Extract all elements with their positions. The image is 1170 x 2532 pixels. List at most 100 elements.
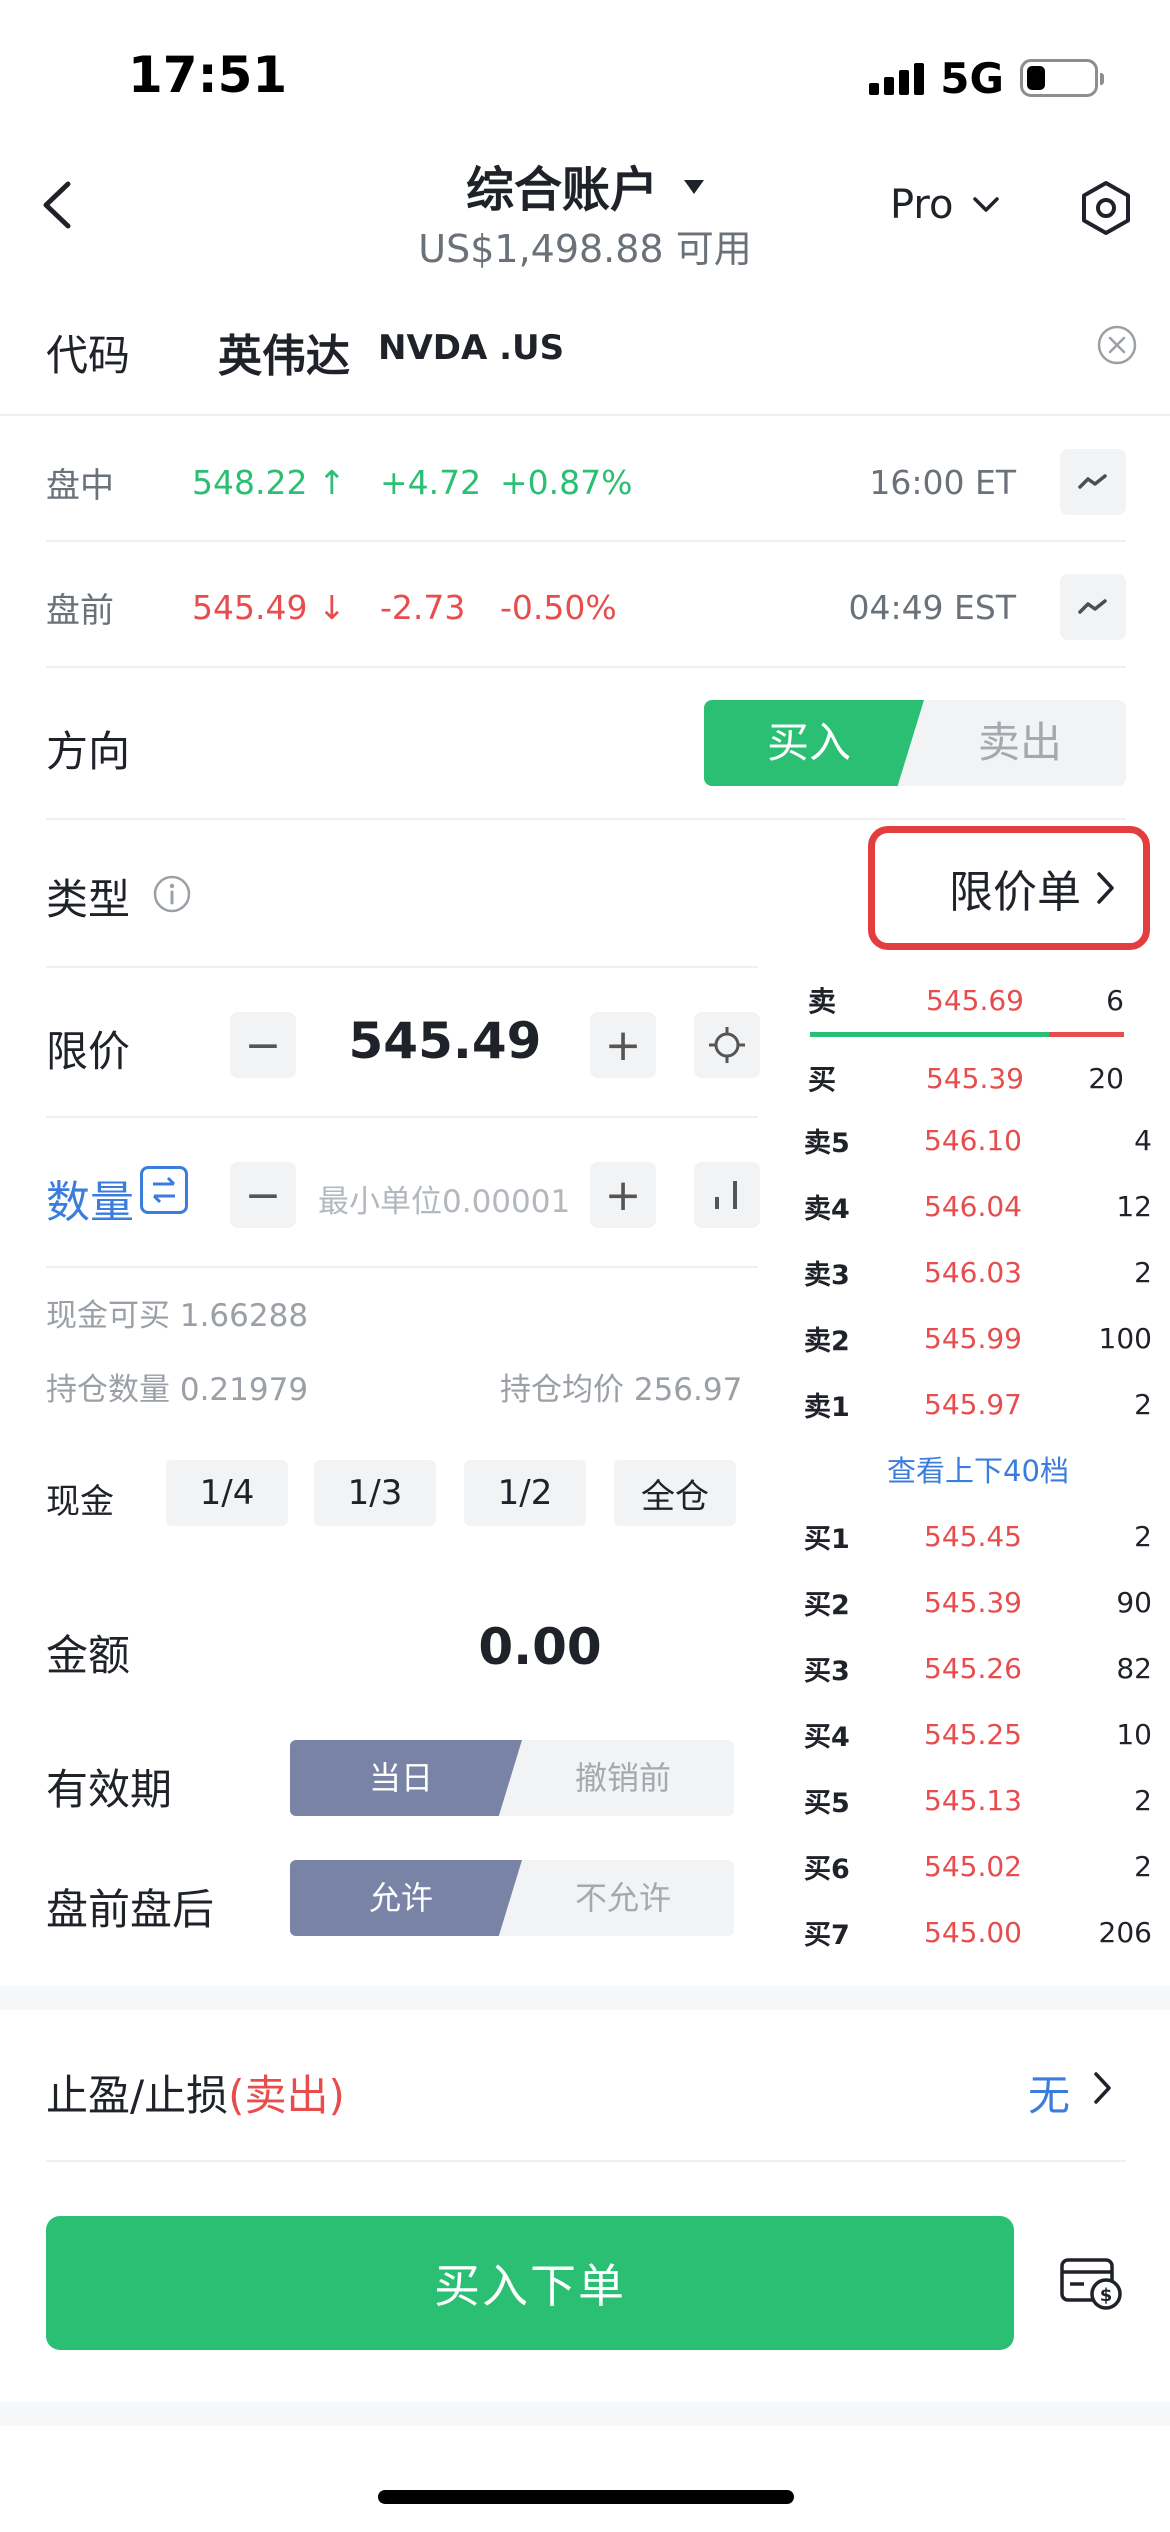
quantity-input[interactable]: 最小单位0.00001 (318, 1176, 570, 1221)
submit-buy-order-button[interactable]: 买入下单 (46, 2216, 1014, 2350)
bid-level-row[interactable]: 买2 545.39 90 (804, 1580, 1152, 1624)
price-locate-button[interactable] (694, 1012, 760, 1078)
bid-level: 买1 (804, 1523, 850, 1555)
bid-level-row[interactable]: 买3 545.26 82 (804, 1646, 1152, 1690)
ask-level-row[interactable]: 卖3 546.03 2 (804, 1250, 1152, 1294)
ask-level-row[interactable]: 卖2 545.99 100 (804, 1316, 1152, 1360)
ask-level-row[interactable]: 卖1 545.97 2 (804, 1382, 1152, 1426)
bid-label: 买 (808, 1063, 837, 1096)
divider (46, 818, 1126, 820)
ask-level: 卖1 (804, 1391, 850, 1423)
cash-buyable: 现金可买 1.66288 (46, 1298, 309, 1334)
ask-price: 546.10 (924, 1123, 1022, 1157)
extended-allow-option[interactable]: 允许 (290, 1860, 512, 1936)
bid-level-row[interactable]: 买4 545.25 10 (804, 1712, 1152, 1756)
home-indicator (378, 2490, 794, 2504)
position-button[interactable] (694, 1162, 760, 1228)
extended-deny-option[interactable]: 不允许 (512, 1860, 734, 1936)
arrow-up-icon: ↑ (318, 462, 346, 502)
stock-ticker[interactable]: NVDA .US (378, 328, 564, 368)
bid-volume: 90 (1116, 1585, 1152, 1619)
take-profit-label: 止盈/止损(卖出) (46, 2062, 345, 2123)
info-icon[interactable] (152, 874, 192, 914)
bid-volume: 10 (1116, 1717, 1152, 1751)
bid-level: 买2 (804, 1589, 850, 1621)
trend-icon (1078, 599, 1107, 614)
order-type-selector[interactable]: 限价单 (868, 826, 1150, 950)
validity-toggle: 当日 撤销前 (290, 1740, 734, 1816)
pro-mode-dropdown[interactable]: Pro (890, 182, 1001, 228)
bid-ratio-fill (810, 1032, 1049, 1037)
divider (46, 2160, 1126, 2162)
validity-day-option[interactable]: 当日 (290, 1740, 512, 1816)
best-ask-row[interactable]: 卖 545.69 6 (808, 978, 1124, 1022)
clear-icon[interactable] (1096, 324, 1138, 366)
best-bid-row[interactable]: 买 545.39 20 (808, 1056, 1124, 1100)
chevron-right-icon (1097, 872, 1114, 904)
divider (46, 666, 1126, 668)
bid-level: 买5 (804, 1787, 850, 1819)
settings-icon[interactable] (1076, 178, 1136, 238)
view-40-levels-link[interactable]: 查看上下40档 (804, 1448, 1152, 1490)
stock-name[interactable]: 英伟达 (218, 320, 350, 384)
bid-volume: 2 (1134, 1519, 1152, 1553)
buy-toggle[interactable]: 买入 (704, 700, 914, 786)
validity-label: 有效期 (46, 1765, 173, 1814)
network-type: 5G (940, 53, 1004, 103)
chevron-down-icon (973, 197, 1000, 212)
extended-hours-toggle: 允许 不允许 (290, 1860, 734, 1936)
bid-level-row[interactable]: 买7 545.00 206 (804, 1910, 1152, 1954)
divider (46, 1266, 758, 1268)
validity-gtc-option[interactable]: 撤销前 (512, 1740, 734, 1816)
sell-toggle[interactable]: 卖出 (914, 700, 1126, 786)
ask-level-row[interactable]: 卖4 546.04 12 (804, 1184, 1152, 1228)
section-gap (0, 2402, 1170, 2426)
funds-icon[interactable]: $ (1058, 2252, 1124, 2312)
bid-level: 买7 (804, 1919, 850, 1951)
bid-price: 545.00 (924, 1915, 1022, 1949)
chart-button[interactable] (1060, 449, 1126, 515)
bid-price: 545.39 (924, 1585, 1022, 1619)
price-decrease-button[interactable]: − (230, 1012, 296, 1078)
cash-label: 现金 (46, 1482, 114, 1522)
divider (46, 1116, 758, 1118)
account-title: 综合账户 (465, 162, 658, 218)
ask-volume: 2 (1134, 1387, 1152, 1421)
bid-price: 545.13 (924, 1783, 1022, 1817)
bid-level-row[interactable]: 买5 545.13 2 (804, 1778, 1152, 1822)
quote-label: 盘前 (46, 590, 114, 631)
cash-quarter-button[interactable]: 1/4 (166, 1460, 288, 1526)
take-profit-selector[interactable]: 无 (1028, 2062, 1070, 2123)
cash-half-button[interactable]: 1/2 (464, 1460, 586, 1526)
ask-level-row[interactable]: 卖5 546.10 4 (804, 1118, 1152, 1162)
quantity-increase-button[interactable]: + (590, 1162, 656, 1228)
bid-volume: 2 (1134, 1783, 1152, 1817)
bid-level: 买4 (804, 1721, 850, 1753)
pro-label: Pro (890, 182, 954, 228)
quantity-decrease-button[interactable]: − (230, 1162, 296, 1228)
bid-level-row[interactable]: 买1 545.45 2 (804, 1514, 1152, 1558)
limit-price-label: 限价 (46, 1027, 131, 1076)
trend-icon (1078, 474, 1107, 489)
ask-price: 546.03 (924, 1255, 1022, 1289)
divider (46, 540, 1126, 542)
ask-ratio-fill (1048, 1032, 1124, 1037)
caret-down-icon (684, 180, 704, 194)
swap-unit-icon[interactable] (140, 1166, 188, 1214)
quote-change: +4.72 (380, 462, 482, 502)
chart-button[interactable] (1060, 574, 1126, 640)
arrow-down-icon: ↓ (318, 587, 346, 627)
price-increase-button[interactable]: + (590, 1012, 656, 1078)
ask-price: 545.97 (924, 1387, 1022, 1421)
ask-volume: 12 (1116, 1189, 1152, 1223)
cash-all-button[interactable]: 全仓 (614, 1460, 736, 1526)
bid-volume: 2 (1134, 1849, 1152, 1883)
cash-third-button[interactable]: 1/3 (314, 1460, 436, 1526)
bar-icon (715, 1181, 737, 1209)
limit-price-input[interactable]: 545.49 (330, 1012, 560, 1070)
ask-level: 卖2 (804, 1325, 850, 1357)
chevron-right-icon[interactable] (1092, 2070, 1114, 2110)
ask-level: 卖4 (804, 1193, 850, 1225)
bid-level-row[interactable]: 买6 545.02 2 (804, 1844, 1152, 1888)
bid-volume: 206 (1098, 1915, 1152, 1949)
